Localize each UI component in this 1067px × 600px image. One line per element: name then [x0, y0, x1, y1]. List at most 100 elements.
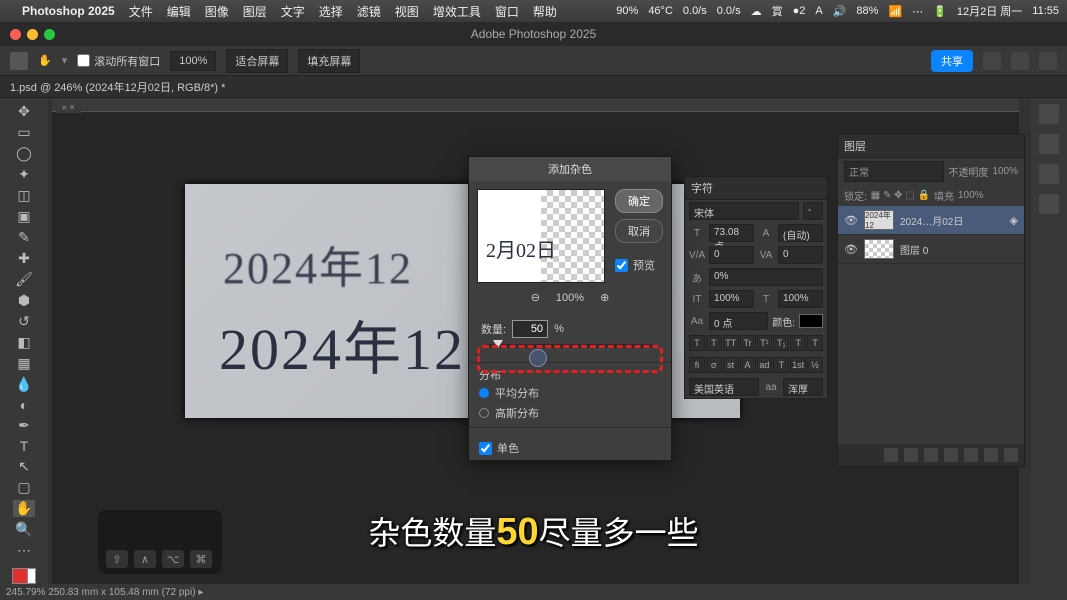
new-layer-icon[interactable]	[984, 448, 998, 462]
menu-help[interactable]: 帮助	[533, 3, 557, 20]
path-tool[interactable]: ↖	[13, 458, 35, 475]
document-tab[interactable]: 1.psd @ 246% (2024年12月02日, RGB/8*) *	[10, 79, 225, 95]
zoom-window-button[interactable]	[44, 29, 55, 40]
ok-button[interactable]: 确定	[615, 189, 663, 213]
preview-area[interactable]: 2月02日	[477, 189, 605, 283]
move-tool[interactable]: ✥	[13, 103, 35, 120]
type-tool[interactable]: T	[13, 438, 35, 454]
hscale-input[interactable]: 100%	[778, 290, 823, 308]
amount-slider[interactable]	[487, 344, 653, 348]
dodge-tool[interactable]: ◐	[13, 397, 35, 413]
home-button[interactable]	[10, 52, 28, 70]
superscript-button[interactable]: T¹	[757, 335, 773, 351]
status-date[interactable]: 12月2日 周一	[957, 3, 1022, 19]
search-icon[interactable]	[983, 52, 1001, 70]
preview-checkbox[interactable]: 预览	[615, 257, 663, 273]
italic-button[interactable]: T	[706, 335, 722, 351]
kerning-input[interactable]: 0	[709, 246, 754, 264]
language-select[interactable]: 美国英语	[689, 378, 759, 396]
menu-type[interactable]: 文字	[281, 3, 305, 20]
crop-tool[interactable]: ◫	[13, 187, 35, 204]
layer-name[interactable]: 图层 0	[900, 242, 1018, 257]
status-a[interactable]: A	[815, 5, 822, 17]
status-battery-icon[interactable]: 🔋	[933, 5, 947, 18]
blur-tool[interactable]: 💧	[13, 376, 35, 393]
blend-mode-select[interactable]: 正常	[844, 161, 944, 182]
eyedropper-tool[interactable]: ✎	[13, 229, 35, 246]
status-sound-icon[interactable]: 🔊	[833, 5, 847, 18]
pen-tool[interactable]: ✒	[13, 417, 35, 434]
layer-visibility-icon[interactable]: 👁	[844, 214, 858, 227]
gaussian-radio[interactable]: 高斯分布	[479, 403, 661, 423]
antialiasing-select[interactable]: 浑厚	[783, 378, 823, 396]
layer-fx-icon[interactable]	[904, 448, 918, 462]
menu-edit[interactable]: 编辑	[167, 3, 191, 20]
menu-select[interactable]: 选择	[319, 3, 343, 20]
zoom-100-button[interactable]: 100%	[170, 51, 216, 71]
share-button[interactable]: 共享	[931, 50, 973, 72]
font-family-select[interactable]: 宋体	[689, 202, 799, 220]
status-notif[interactable]: ●2	[793, 5, 806, 17]
marquee-tool[interactable]: ▭	[13, 124, 35, 141]
zoom-out-icon[interactable]: ⊖	[531, 291, 540, 304]
menu-filter[interactable]: 滤镜	[357, 3, 381, 20]
text-color-swatch[interactable]	[799, 314, 823, 328]
eraser-tool[interactable]: ◧	[13, 334, 35, 351]
layer-thumbnail[interactable]: 2024年12	[864, 210, 894, 230]
status-extra1[interactable]: 賞	[772, 3, 783, 19]
frame-tool[interactable]: ▣	[13, 208, 35, 225]
opacity-value[interactable]: 100%	[992, 166, 1018, 177]
shape-tool[interactable]: ▢	[13, 479, 35, 496]
status-cloud-icon[interactable]: ☁	[751, 5, 762, 18]
close-window-button[interactable]	[10, 29, 21, 40]
status-time[interactable]: 11:55	[1032, 5, 1059, 17]
layer-thumbnail[interactable]	[864, 239, 894, 259]
panel-icon-2[interactable]	[1039, 134, 1059, 154]
lasso-tool[interactable]: ◯	[13, 145, 35, 162]
baseline-input[interactable]: 0 点	[709, 312, 768, 330]
panel-icon-4[interactable]	[1039, 194, 1059, 214]
hand-tool-icon[interactable]: ✋	[38, 54, 52, 67]
font-size-input[interactable]: 73.08 点	[709, 224, 754, 242]
hand-tool[interactable]: ✋	[13, 500, 35, 517]
caps-button[interactable]: TT	[723, 335, 739, 351]
slider-handle[interactable]	[493, 340, 503, 348]
fill-value[interactable]: 100%	[958, 190, 984, 201]
gradient-tool[interactable]: ▦	[13, 355, 35, 372]
amount-input[interactable]: 50	[512, 320, 548, 338]
history-brush-tool[interactable]: ↺	[13, 313, 35, 330]
panel-collapse-tab[interactable]: « ×	[56, 101, 81, 113]
edit-toolbar[interactable]: ⋯	[13, 542, 35, 559]
menu-file[interactable]: 文件	[129, 3, 153, 20]
strike-button[interactable]: T	[807, 335, 823, 351]
layer-row-2[interactable]: 👁 图层 0	[838, 235, 1024, 264]
app-name[interactable]: Photoshop 2025	[22, 4, 115, 18]
status-wifi-icon[interactable]: 📶	[888, 5, 902, 18]
help-icon[interactable]	[1011, 52, 1029, 70]
menu-image[interactable]: 图像	[205, 3, 229, 20]
tracking-input[interactable]: 0	[778, 246, 823, 264]
panel-icon-1[interactable]	[1039, 104, 1059, 124]
layers-panel-title[interactable]: 图层	[838, 135, 1024, 158]
zoom-in-icon[interactable]: ⊕	[600, 291, 609, 304]
scale-input[interactable]: 0%	[709, 268, 823, 286]
status-text[interactable]: 245.79% 250.83 mm x 105.48 mm (72 ppi) ▸	[6, 587, 203, 598]
wand-tool[interactable]: ✦	[13, 166, 35, 183]
smallcaps-button[interactable]: Tr	[740, 335, 756, 351]
character-panel-title[interactable]: 字符	[685, 177, 827, 200]
fit-screen-button[interactable]: 适合屏幕	[226, 49, 288, 73]
fill-screen-button[interactable]: 填充屏幕	[298, 49, 360, 73]
zoom-tool[interactable]: 🔍	[13, 521, 35, 538]
menu-plugins[interactable]: 增效工具	[433, 3, 481, 20]
menu-window[interactable]: 窗口	[495, 3, 519, 20]
foreground-color[interactable]	[12, 568, 28, 584]
layer-group-icon[interactable]	[964, 448, 978, 462]
stamp-tool[interactable]: ⬢	[13, 292, 35, 309]
font-style-select[interactable]: -	[803, 202, 823, 220]
minimize-window-button[interactable]	[27, 29, 38, 40]
adjustment-layer-icon[interactable]	[944, 448, 958, 462]
layer-row-1[interactable]: 👁 2024年12 2024…月02日 ◈	[838, 206, 1024, 235]
menu-layer[interactable]: 图层	[243, 3, 267, 20]
subscript-button[interactable]: T₁	[773, 335, 789, 351]
menu-view[interactable]: 视图	[395, 3, 419, 20]
